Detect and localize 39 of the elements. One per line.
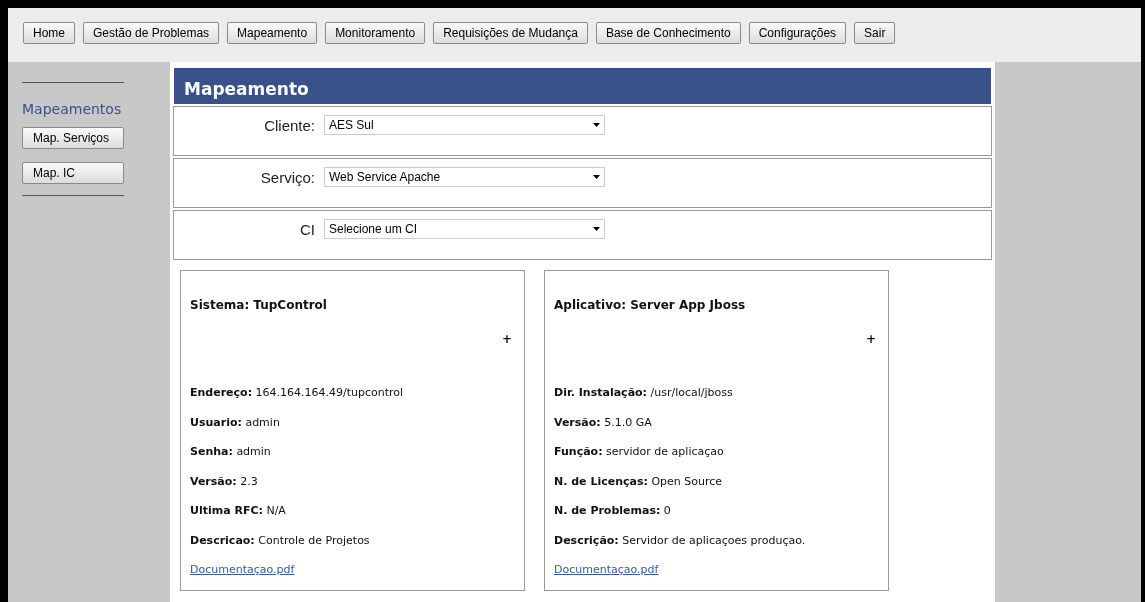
field-label: Serviço: <box>259 168 316 188</box>
page-title: Mapeamento <box>184 77 309 101</box>
nav-button[interactable]: Configurações <box>748 22 847 44</box>
card-field: Versão: 2.3 <box>190 473 258 490</box>
dropdown-arrow-icon <box>593 227 600 231</box>
field-label: Cliente: <box>263 116 316 136</box>
document-link[interactable]: Documentaçao.pdf <box>190 562 295 579</box>
nav-button[interactable]: Base de Conhecimento <box>595 22 741 44</box>
expand-toggle[interactable]: + <box>501 330 512 348</box>
nav-button[interactable]: Mapeamento <box>227 22 318 44</box>
card-field: Dir. Instalação: /usr/local/jboss <box>554 385 733 402</box>
card-field: Função: servidor de aplicaçao <box>554 444 724 461</box>
sidebar-button[interactable]: Map. IC <box>22 162 124 184</box>
sidebar-title: Mapeamentos <box>22 100 122 119</box>
field-label: CI <box>299 220 316 240</box>
expand-toggle[interactable]: + <box>865 330 876 348</box>
card-title: Sistema: TupControl <box>190 297 327 314</box>
card-field: N. de Problemas: 0 <box>554 503 671 520</box>
document-link[interactable]: Documentaçao.pdf <box>554 562 659 579</box>
card-field: Descricao: Controle de Projetos <box>190 532 370 549</box>
select-field[interactable]: AES Sul <box>324 115 605 135</box>
sidebar-button[interactable]: Map. Serviços <box>22 127 124 149</box>
nav-button[interactable]: Monitoramento <box>325 22 426 44</box>
card-title: Aplicativo: Server App Jboss <box>554 297 746 314</box>
nav-button[interactable]: Gestão de Problemas <box>83 22 220 44</box>
nav-button[interactable]: Requisições de Mudança <box>433 22 588 44</box>
card-field: Versão: 5.1.0 GA <box>554 414 652 431</box>
card-field: Descrição: Servidor de aplicaçoes produçao. <box>554 532 806 549</box>
card-field: Usuario: admin <box>190 414 280 431</box>
card-field: Senha: admin <box>190 444 271 461</box>
nav-button[interactable]: Sair <box>854 22 896 44</box>
card-field: Ultima RFC: N/A <box>190 503 286 520</box>
select-field[interactable]: Selecione um CI <box>324 219 605 239</box>
nav-button[interactable]: Home <box>23 22 75 44</box>
dropdown-arrow-icon <box>593 175 600 179</box>
select-field[interactable]: Web Service Apache <box>324 167 605 187</box>
dropdown-arrow-icon <box>593 123 600 127</box>
card-field: N. de Licenças: Open Source <box>554 473 723 490</box>
card-field: Endereço: 164.164.164.49/tupcontrol <box>190 385 404 402</box>
